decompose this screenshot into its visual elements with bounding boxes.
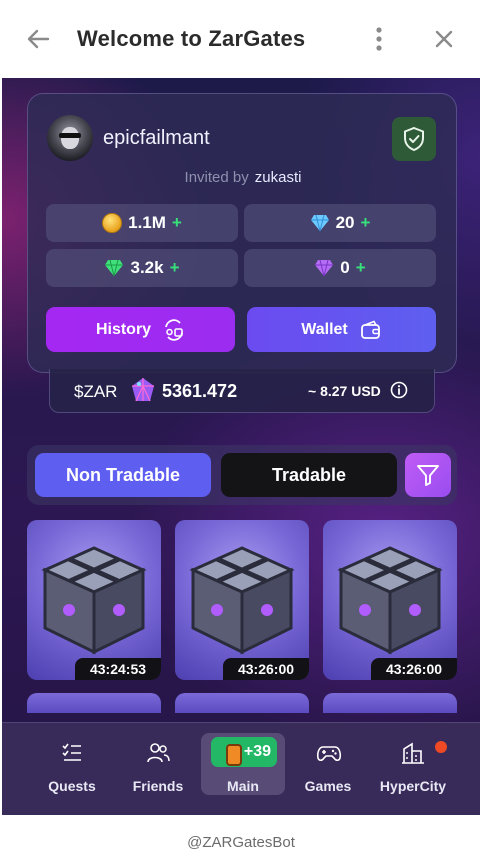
item-card-partial[interactable]: [175, 693, 309, 713]
nav-main[interactable]: +39 Main: [201, 733, 285, 795]
bot-username: @ZARGatesBot: [0, 815, 482, 863]
tab-tradable[interactable]: Tradable: [221, 453, 397, 497]
item-timer: 43:24:53: [75, 658, 161, 680]
history-button[interactable]: History: [46, 307, 235, 352]
info-icon[interactable]: [390, 381, 408, 399]
wallet-icon: [360, 320, 380, 339]
inviter-name: zukasti: [254, 169, 302, 186]
zar-crystal-icon: [132, 378, 154, 402]
wallet-button[interactable]: Wallet: [247, 307, 436, 352]
invited-label: Invited by: [184, 169, 249, 186]
filter-button[interactable]: [405, 453, 451, 497]
green-gem-icon: [105, 259, 124, 277]
history-icon: [165, 318, 183, 341]
close-icon[interactable]: [428, 22, 460, 56]
quests-icon: [62, 743, 81, 761]
item-card-partial[interactable]: [27, 693, 161, 713]
chest-icon: [41, 546, 147, 655]
bottom-nav: Quests Friends +39 Main Games HyperCity: [2, 722, 480, 815]
nav-friends[interactable]: Friends: [116, 733, 200, 795]
tab-non-tradable[interactable]: Non Tradable: [35, 453, 211, 497]
stat-green-gems[interactable]: 3.2k +: [46, 249, 238, 287]
add-icon[interactable]: +: [356, 258, 366, 278]
more-vertical-icon[interactable]: [364, 22, 394, 56]
item-card-partial[interactable]: [323, 693, 457, 713]
nav-games[interactable]: Games: [286, 733, 370, 795]
back-arrow-icon[interactable]: [22, 22, 56, 56]
notification-dot: [435, 741, 447, 753]
username: epicfailmant: [103, 127, 210, 149]
token-amount: 5361.472: [162, 381, 238, 401]
main-character-icon: [226, 744, 242, 766]
gold-coin-icon: [102, 213, 123, 233]
filter-icon: [417, 465, 439, 486]
add-icon[interactable]: +: [360, 213, 370, 233]
usd-value: ~ 8.27 USD: [308, 383, 381, 399]
avatar[interactable]: [47, 115, 93, 161]
title-bar: Welcome to ZarGates: [0, 0, 482, 78]
add-icon[interactable]: +: [170, 258, 180, 278]
chest-icon: [189, 546, 295, 655]
nav-quests[interactable]: Quests: [30, 733, 114, 795]
page-title: Welcome to ZarGates: [77, 26, 306, 51]
item-card[interactable]: 43:26:00: [175, 520, 309, 680]
zar-balance-bar: $ZAR 5361.472 ~ 8.27 USD: [49, 369, 435, 413]
add-icon[interactable]: +: [172, 213, 182, 233]
purple-gem-icon: [315, 259, 334, 277]
building-icon: [402, 742, 424, 764]
friends-icon: [147, 743, 170, 763]
invited-by-text: Invited by zukasti: [28, 169, 458, 186]
item-card[interactable]: 43:26:00: [323, 520, 457, 680]
stat-blue-diamonds[interactable]: 20 +: [244, 204, 436, 242]
blue-diamond-icon: [310, 214, 329, 232]
profile-card: epicfailmant Invited by zukasti 1.1M + 20…: [27, 93, 457, 373]
app-view: epicfailmant Invited by zukasti 1.1M + 20…: [2, 78, 480, 815]
token-label: $ZAR: [74, 382, 118, 401]
item-card[interactable]: 43:24:53: [27, 520, 161, 680]
item-timer: 43:26:00: [223, 658, 309, 680]
stat-purple-gems[interactable]: 0 +: [244, 249, 436, 287]
stat-gold-coins[interactable]: 1.1M +: [46, 204, 238, 242]
item-timer: 43:26:00: [371, 658, 457, 680]
chest-icon: [337, 546, 443, 655]
shield-check-icon[interactable]: [392, 117, 436, 161]
gamepad-icon: [316, 746, 342, 762]
inventory-tabs: Non Tradable Tradable: [27, 445, 457, 505]
main-badge: +39: [211, 737, 277, 767]
